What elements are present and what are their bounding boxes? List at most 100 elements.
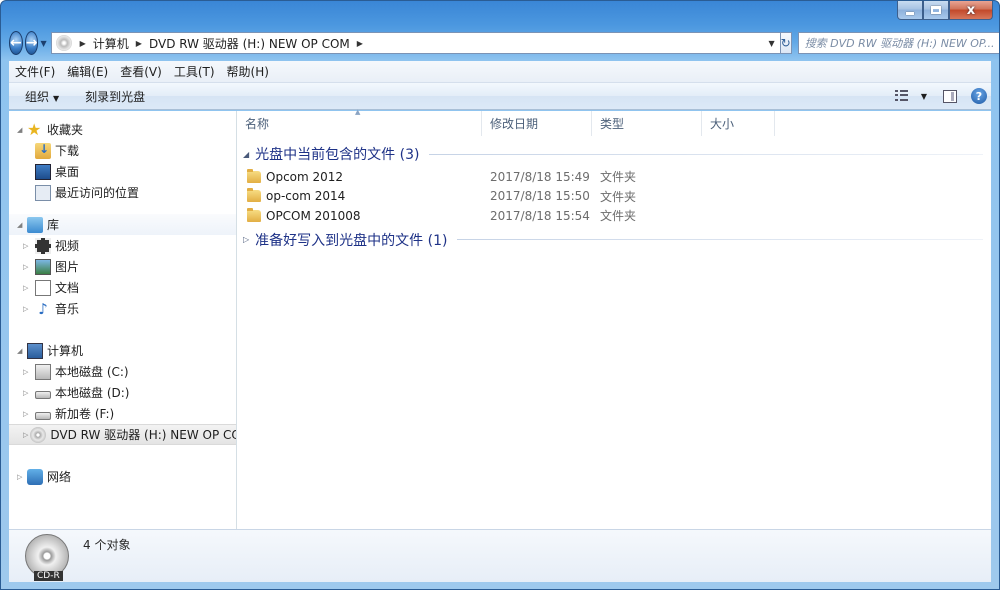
system-drive-icon [35, 363, 51, 380]
nav-computer[interactable]: ◢ 计算机 [9, 340, 236, 361]
cd-disc-icon: CD-R [25, 534, 69, 581]
navigation-pane[interactable]: ◢ ★ 收藏夹 下载 桌面 最近访问的位置 [9, 111, 237, 529]
network-group: ▷ 网络 [9, 466, 236, 487]
nav-network[interactable]: ▷ 网络 [9, 466, 236, 487]
menu-view[interactable]: 查看(V) [114, 63, 168, 80]
expand-triangle-icon[interactable]: ▷ [23, 389, 33, 397]
nav-drive-c[interactable]: ▷ 本地磁盘 (C:) [9, 361, 236, 382]
item-count: 4 个对象 [83, 538, 131, 552]
expand-triangle-icon[interactable]: ▷ [23, 263, 33, 271]
collapse-triangle-icon[interactable]: ◢ [17, 347, 27, 355]
file-row[interactable]: OPCOM 201008 2017/8/18 15:54 文件夹 [237, 206, 991, 226]
file-name: Opcom 2012 [266, 169, 344, 184]
column-name[interactable]: ▲ 名称 [237, 108, 482, 136]
folder-icon [247, 207, 261, 222]
file-list[interactable]: ▲ 名称 修改日期 类型 大小 ◢ 光盘中当前包含的文件 (3) Opcom 2… [237, 108, 991, 529]
folder-icon [247, 168, 261, 183]
column-size[interactable]: 大小 [702, 110, 775, 136]
close-icon: x [966, 2, 976, 18]
minimize-button[interactable] [897, 1, 923, 20]
nav-dvd-drive[interactable]: ▷ DVD RW 驱动器 (H:) NEW OP COM [9, 424, 236, 445]
downloads-folder-icon [35, 142, 51, 159]
menu-file[interactable]: 文件(F) [9, 63, 61, 80]
file-date: 2017/8/18 15:50 [490, 189, 590, 204]
refresh-button[interactable]: ↻ [780, 32, 792, 54]
close-button[interactable]: x [949, 1, 993, 20]
burn-to-disc-button[interactable]: 刻录到光盘 [69, 88, 155, 105]
column-type[interactable]: 类型 [592, 110, 702, 136]
recent-places-icon [35, 184, 51, 201]
organize-button[interactable]: 组织 ▼ [9, 88, 69, 105]
nav-videos[interactable]: ▷ 视频 [9, 235, 236, 256]
video-icon [35, 237, 51, 254]
back-button[interactable]: ← [9, 31, 23, 55]
nav-music[interactable]: ▷ ♪ 音乐 [9, 298, 236, 319]
search-input[interactable]: 搜索 DVD RW 驱动器 (H:) NEW OP... [805, 35, 995, 51]
nav-drive-f[interactable]: ▷ 新加卷 (F:) [9, 403, 236, 424]
forward-button[interactable]: → [24, 31, 39, 55]
group-header-on-disc[interactable]: ◢ 光盘中当前包含的文件 (3) [237, 142, 991, 166]
favorites-group: ◢ ★ 收藏夹 下载 桌面 最近访问的位置 [9, 119, 236, 203]
column-header-row: ▲ 名称 修改日期 类型 大小 [237, 108, 991, 136]
file-name: OPCOM 201008 [266, 208, 361, 223]
refresh-icon: ↻ [780, 36, 791, 50]
window-caption-buttons: x [897, 1, 993, 21]
navigation-bar: ← → ▼ ▶ 计算机 ▶ DVD RW 驱动器 (H:) NEW OP COM… [9, 29, 999, 57]
picture-icon [35, 258, 51, 275]
menu-help[interactable]: 帮助(H) [221, 63, 275, 80]
nav-downloads[interactable]: 下载 [9, 140, 236, 161]
expand-triangle-icon[interactable]: ▷ [23, 242, 33, 250]
address-history-dropdown[interactable]: ▼ [764, 39, 780, 48]
nav-recent-places[interactable]: 最近访问的位置 [9, 182, 236, 203]
minimize-icon [906, 11, 914, 15]
breadcrumb-dvd-drive[interactable]: DVD RW 驱动器 (H:) NEW OP COM [146, 35, 353, 52]
recent-pages-dropdown[interactable]: ▼ [40, 39, 46, 48]
collapse-triangle-icon[interactable]: ◢ [17, 221, 27, 229]
dvd-drive-icon [30, 426, 47, 443]
change-view-icon[interactable] [894, 90, 909, 102]
maximize-button[interactable] [923, 1, 949, 20]
chevron-right-icon[interactable]: ▶ [76, 39, 90, 48]
expand-triangle-icon[interactable]: ▷ [23, 431, 28, 439]
chevron-right-icon[interactable]: ▶ [353, 39, 367, 48]
music-icon: ♪ [38, 299, 48, 318]
maximize-icon [931, 6, 941, 14]
desktop-icon [35, 163, 51, 180]
file-row[interactable]: Opcom 2012 2017/8/18 15:49 文件夹 [237, 167, 991, 187]
expand-triangle-icon[interactable]: ▷ [23, 368, 33, 376]
chevron-right-icon[interactable]: ▶ [132, 39, 146, 48]
search-box[interactable]: 搜索 DVD RW 驱动器 (H:) NEW OP... [797, 32, 999, 54]
file-row[interactable]: op-com 2014 2017/8/18 15:50 文件夹 [237, 187, 991, 207]
menu-tools[interactable]: 工具(T) [168, 63, 221, 80]
main-area: ◢ ★ 收藏夹 下载 桌面 最近访问的位置 [9, 108, 991, 529]
file-date: 2017/8/18 15:54 [490, 208, 590, 223]
disc-type-label: CD-R [34, 571, 63, 581]
group-header-ready-to-write[interactable]: ▷ 准备好写入到光盘中的文件 (1) [237, 228, 991, 252]
file-type: 文件夹 [600, 209, 637, 224]
expand-triangle-icon[interactable]: ▷ [23, 305, 33, 313]
menu-edit[interactable]: 编辑(E) [61, 63, 114, 80]
expand-triangle-icon[interactable]: ▷ [17, 473, 27, 481]
document-icon [35, 279, 51, 296]
nav-documents[interactable]: ▷ 文档 [9, 277, 236, 298]
forward-arrow-icon: → [25, 35, 38, 51]
column-date-modified[interactable]: 修改日期 [482, 110, 592, 136]
help-icon[interactable]: ? [971, 88, 987, 104]
nav-drive-d[interactable]: ▷ 本地磁盘 (D:) [9, 382, 236, 403]
breadcrumb-computer[interactable]: 计算机 [90, 35, 132, 52]
collapse-triangle-icon[interactable]: ◢ [243, 150, 249, 159]
address-bar[interactable]: ▶ 计算机 ▶ DVD RW 驱动器 (H:) NEW OP COM ▶ ▼ [50, 32, 781, 54]
back-arrow-icon: ← [10, 35, 22, 51]
nav-libraries[interactable]: ◢ 库 [9, 214, 236, 235]
view-options-dropdown[interactable]: ▼ [921, 92, 927, 101]
expand-triangle-icon[interactable]: ▷ [243, 235, 249, 244]
nav-desktop[interactable]: 桌面 [9, 161, 236, 182]
preview-pane-icon[interactable] [943, 89, 957, 103]
nav-favorites[interactable]: ◢ ★ 收藏夹 [9, 119, 236, 140]
collapse-triangle-icon[interactable]: ◢ [17, 126, 27, 134]
expand-triangle-icon[interactable]: ▷ [23, 410, 33, 418]
expand-triangle-icon[interactable]: ▷ [23, 284, 33, 292]
nav-pictures[interactable]: ▷ 图片 [9, 256, 236, 277]
file-type: 文件夹 [600, 189, 637, 204]
libraries-group: ◢ 库 ▷ 视频 ▷ 图片 ▷ 文档 ▷ ♪ 音乐 [9, 214, 236, 319]
